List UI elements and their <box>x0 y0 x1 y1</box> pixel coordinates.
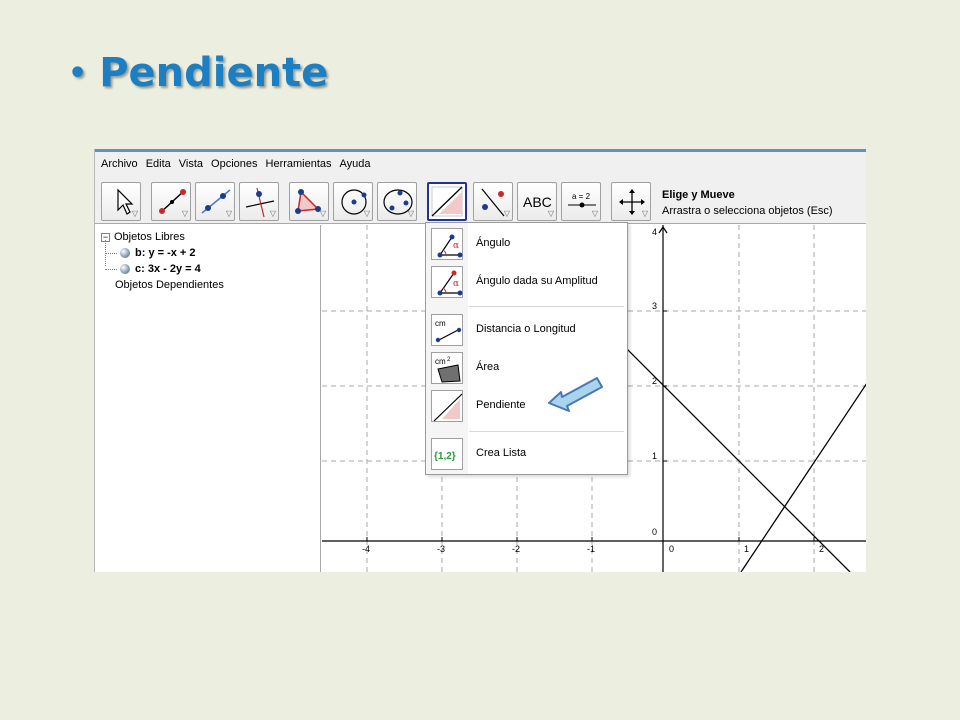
slide-title-text: Pendiente <box>99 50 329 96</box>
menu-item-distancia[interactable]: cm Distancia o Longitud <box>426 312 627 348</box>
menu-separator <box>469 431 624 432</box>
tree-free-objects[interactable]: − Objetos Libres <box>101 230 185 244</box>
x-tick-label: -4 <box>362 544 370 554</box>
line-c[interactable] <box>740 383 866 572</box>
object-definition: c: 3x - 2y = 4 <box>135 263 201 275</box>
angle-given-size-icon: α <box>431 266 463 298</box>
menu-vista[interactable]: Vista <box>175 158 207 170</box>
visibility-toggle-icon[interactable] <box>120 248 130 258</box>
x-tick-label: -1 <box>587 544 595 554</box>
tool-circle[interactable]: ▽ <box>333 182 373 221</box>
tool-slope[interactable] <box>427 182 467 221</box>
y-tick-label: 1 <box>652 451 657 461</box>
algebra-object-b[interactable]: b: y = -x + 2 <box>105 246 196 260</box>
menu-item-label: Ángulo dada su Amplitud <box>476 275 598 287</box>
x-tick-label: -3 <box>437 544 445 554</box>
toolbar: ▽ ▽ ▽ ▽ ▽ ▽ ▽ ▽ ABC ▽ a = 2 ▽ ▽ Elige y … <box>95 175 866 224</box>
algebra-view: − Objetos Libres b: y = -x + 2 c: 3x - 2… <box>95 225 321 572</box>
tool-point[interactable]: ▽ <box>151 182 191 221</box>
chevron-down-icon: ▽ <box>225 209 232 218</box>
menu-bar: Archivo Edita Vista Opciones Herramienta… <box>95 152 866 175</box>
chevron-down-icon: ▽ <box>407 209 414 218</box>
tool-move[interactable]: ▽ <box>101 182 141 221</box>
algebra-object-c[interactable]: c: 3x - 2y = 4 <box>105 262 201 276</box>
tree-connector <box>105 252 117 254</box>
dependent-objects-label: Objetos Dependientes <box>115 279 224 291</box>
slope-icon <box>431 390 463 422</box>
object-definition: b: y = -x + 2 <box>135 247 196 259</box>
menu-item-label: Crea Lista <box>476 447 527 459</box>
list-icon: {1,2} <box>431 438 463 470</box>
x-tick-label: -2 <box>512 544 520 554</box>
cm-glyph: cm <box>435 319 446 328</box>
slider-tool-label: a = 2 <box>572 192 591 201</box>
y-tick-label: 4 <box>652 227 657 237</box>
bullet-icon: • <box>68 55 88 91</box>
cm-glyph: cm <box>435 357 446 366</box>
tool-conic[interactable]: ▽ <box>377 182 417 221</box>
tool-line[interactable]: ▽ <box>195 182 235 221</box>
y-tick-label: 0 <box>652 527 657 537</box>
menu-item-label: Pendiente <box>476 399 526 411</box>
chevron-down-icon: ▽ <box>641 209 648 218</box>
alpha-glyph: α <box>453 279 459 289</box>
tool-polygon[interactable]: ▽ <box>289 182 329 221</box>
menu-item-label: Distancia o Longitud <box>476 323 576 335</box>
x-tick-label: 0 <box>669 544 674 554</box>
tool-reflect[interactable]: ▽ <box>473 182 513 221</box>
menu-item-label: Ángulo <box>476 237 511 249</box>
list-glyph: {1,2} <box>434 451 456 462</box>
menu-item-crea-lista[interactable]: {1,2} Crea Lista <box>426 436 627 472</box>
menu-item-label: Área <box>476 361 500 373</box>
free-objects-label: Objetos Libres <box>114 231 185 243</box>
chevron-down-icon: ▽ <box>131 209 138 218</box>
menu-separator <box>469 306 624 307</box>
chevron-down-icon: ▽ <box>363 209 370 218</box>
tool-help-title: Elige y Mueve <box>662 189 735 201</box>
tool-perpendicular[interactable]: ▽ <box>239 182 279 221</box>
menu-archivo[interactable]: Archivo <box>95 158 142 170</box>
menu-herramientas[interactable]: Herramientas <box>262 158 336 170</box>
distance-icon: cm <box>431 314 463 346</box>
chevron-down-icon: ▽ <box>319 209 326 218</box>
chevron-down-icon: ▽ <box>591 209 598 218</box>
alpha-glyph: α <box>453 241 459 251</box>
tool-help-text: Arrastra o selecciona objetos (Esc) <box>662 205 833 217</box>
tool-help: Elige y Mueve Arrastra o selecciona obje… <box>662 187 833 219</box>
chevron-down-icon: ▽ <box>503 209 510 218</box>
tool-text[interactable]: ABC ▽ <box>517 182 557 221</box>
chevron-down-icon: ▽ <box>269 209 276 218</box>
superscript-glyph: 2 <box>447 357 451 363</box>
tool-move-view[interactable]: ▽ <box>611 182 651 221</box>
y-tick-label: 3 <box>652 301 657 311</box>
measure-tools-dropdown: α Ángulo α Ángulo dada su Amplitud cm Di… <box>425 222 628 475</box>
x-tick-label: 1 <box>744 544 749 554</box>
pointer-arrow-icon <box>548 377 603 412</box>
text-tool-label: ABC <box>523 194 552 210</box>
menu-item-angulo-amplitud[interactable]: α Ángulo dada su Amplitud <box>426 264 627 300</box>
slide-title: • Pendiente <box>68 50 328 96</box>
area-icon: cm 2 <box>431 352 463 384</box>
slope-icon <box>431 186 463 217</box>
chevron-down-icon: ▽ <box>547 209 554 218</box>
tool-slider[interactable]: a = 2 ▽ <box>561 182 601 221</box>
tree-dependent-objects[interactable]: Objetos Dependientes <box>115 278 224 292</box>
tree-connector <box>105 268 117 270</box>
chevron-down-icon: ▽ <box>181 209 188 218</box>
menu-item-angulo[interactable]: α Ángulo <box>426 226 627 262</box>
line-b[interactable] <box>598 320 851 572</box>
angle-icon: α <box>431 228 463 260</box>
visibility-toggle-icon[interactable] <box>120 264 130 274</box>
menu-edita[interactable]: Edita <box>142 158 175 170</box>
menu-opciones[interactable]: Opciones <box>207 158 261 170</box>
menu-ayuda[interactable]: Ayuda <box>336 158 375 170</box>
